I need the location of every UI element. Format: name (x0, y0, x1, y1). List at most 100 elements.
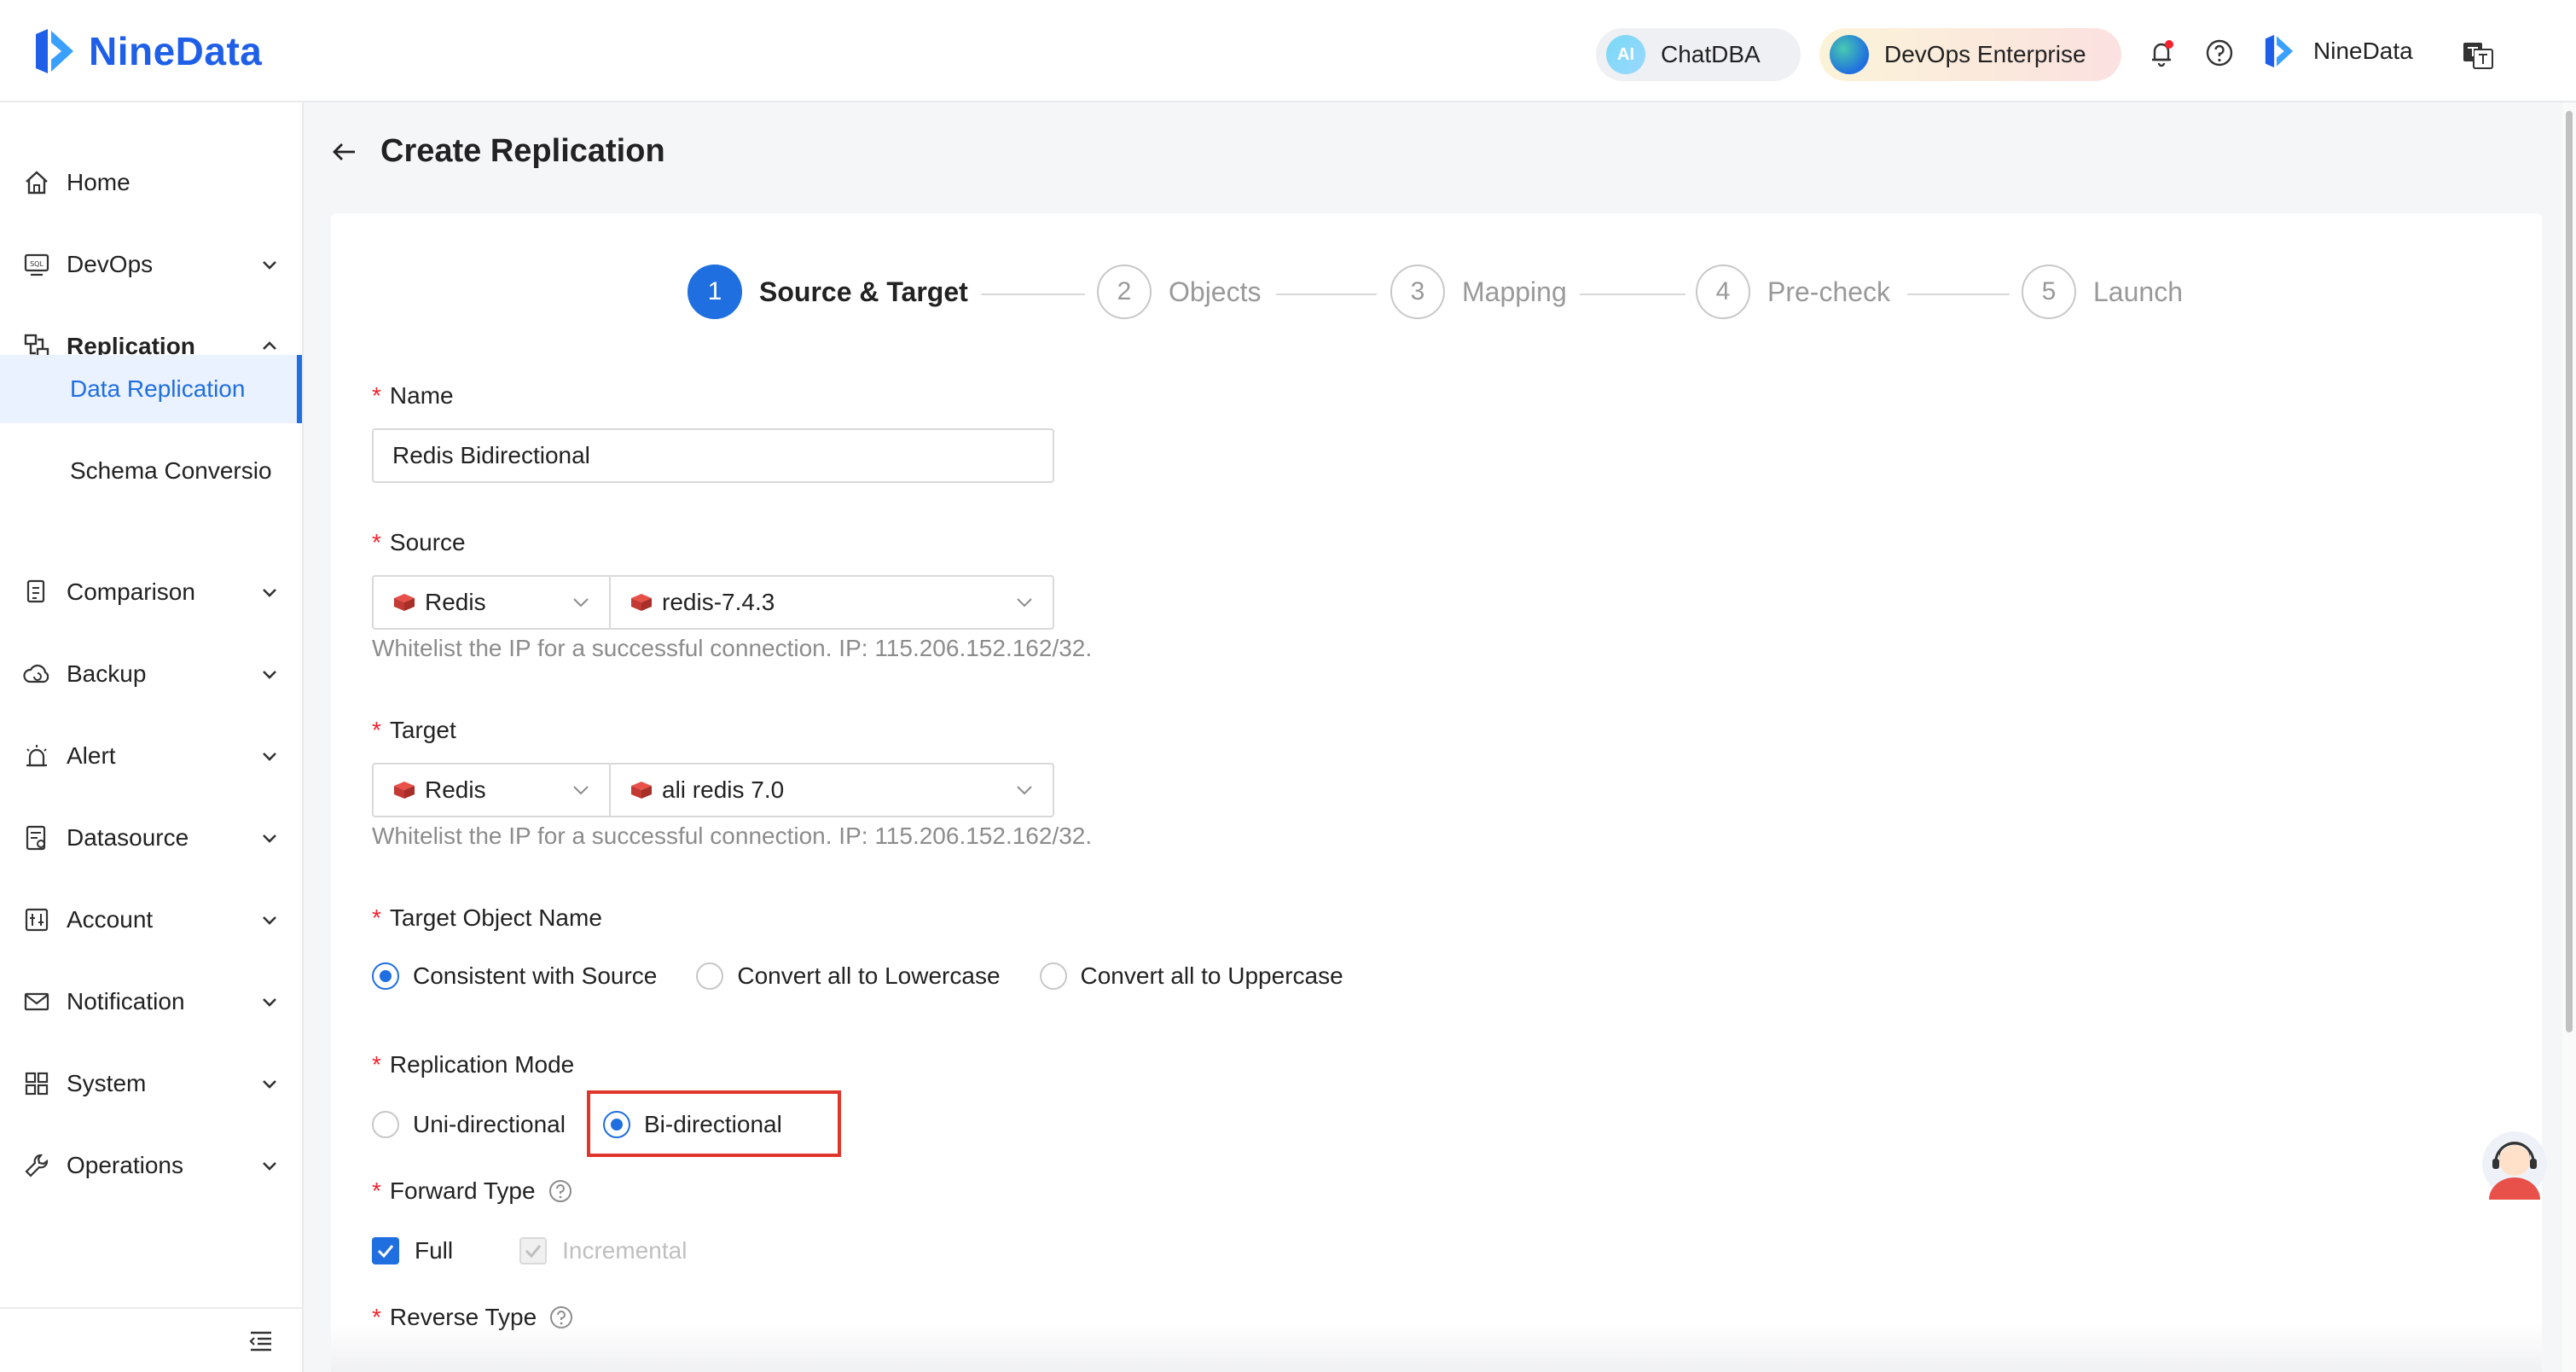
replication-mode-label: * Replication Mode (372, 1051, 574, 1078)
name-input[interactable]: Redis Bidirectional (372, 428, 1054, 483)
chevron-down-icon (1017, 598, 1032, 608)
required-mark: * (372, 529, 381, 555)
step-number: 1 (688, 265, 742, 319)
field-label-text: Forward Type (389, 1177, 536, 1204)
sidebar-item-alert[interactable]: Alert (0, 715, 302, 797)
home-icon (26, 171, 48, 195)
target-instance-select[interactable]: ali redis 7.0 (609, 763, 1054, 817)
target-whitelist-hint: Whitelist the IP for a successful connec… (372, 823, 1093, 849)
sidebar-item-datasource[interactable]: Datasource (0, 797, 302, 879)
sidebar-item-comparison[interactable]: Comparison (0, 551, 302, 633)
ai-icon: AI (1606, 35, 1645, 74)
step-launch[interactable]: 5 Launch (2022, 265, 2183, 319)
sidebar-item-operations[interactable]: Operations (0, 1125, 302, 1206)
help-icon[interactable] (2204, 38, 2235, 68)
chevron-down-icon (573, 786, 589, 795)
checkbox-label: Incremental (562, 1237, 688, 1264)
target-type-value: Redis (425, 776, 486, 803)
wrench-icon (25, 1154, 49, 1177)
page-title: Create Replication (380, 133, 665, 169)
sidebar-item-account[interactable]: Account (0, 879, 302, 961)
name-label: * Name (372, 382, 454, 410)
step-source-target[interactable]: 1 Source & Target (688, 265, 968, 319)
sidebar-divider (0, 1307, 302, 1309)
sidebar-item-notification[interactable]: Notification (0, 961, 302, 1043)
forward-type-label: * Forward Type (372, 1177, 573, 1205)
app-name: NineData (89, 29, 263, 73)
step-objects[interactable]: 2 Objects (1097, 265, 1261, 319)
target-object-name-label: * Target Object Name (372, 904, 602, 932)
field-label-text: Replication Mode (389, 1051, 575, 1078)
page-scrollbar-thumb[interactable] (2566, 111, 2573, 1032)
radio-convert-lowercase[interactable]: Convert all to Lowercase (696, 962, 1001, 990)
radio-consistent-with-source[interactable]: Consistent with Source (372, 962, 657, 990)
step-connector (1580, 294, 1685, 295)
source-instance-value: redis-7.4.3 (662, 589, 775, 615)
arrow-left-icon[interactable] (329, 137, 360, 167)
ninedata-logo-icon (36, 29, 73, 73)
required-mark: * (372, 717, 381, 743)
chatdba-label: ChatDBA (1661, 41, 1761, 67)
sidebar-item-system[interactable]: System (0, 1043, 302, 1125)
step-label: Source & Target (759, 276, 968, 307)
step-mapping[interactable]: 3 Mapping (1390, 265, 1567, 319)
redis-icon (631, 782, 652, 799)
step-label: Launch (2093, 276, 2183, 307)
checkbox-full[interactable]: Full (372, 1237, 453, 1264)
devops-enterprise-button[interactable]: DevOps Enterprise (1819, 28, 2121, 81)
chevron-down-icon (263, 834, 276, 843)
page-header: Create Replication (329, 133, 665, 170)
step-number: 4 (1696, 265, 1750, 319)
source-whitelist-hint: Whitelist the IP for a successful connec… (372, 635, 1093, 661)
sidebar-item-backup[interactable]: Backup (0, 633, 302, 715)
step-pre-check[interactable]: 4 Pre-check (1696, 265, 1890, 319)
target-instance-value: ali redis 7.0 (662, 776, 785, 803)
sidebar-item-label: Datasource (67, 824, 189, 851)
source-type-select[interactable]: Redis (372, 575, 611, 630)
help-icon[interactable] (548, 1178, 573, 1204)
sidebar-item-label: Operations (67, 1152, 183, 1178)
radio-convert-uppercase[interactable]: Convert all to Uppercase (1039, 962, 1343, 990)
step-number: 5 (2022, 265, 2076, 319)
collapse-sidebar-icon[interactable] (246, 1326, 276, 1357)
sidebar-item-home[interactable]: Home (0, 142, 302, 224)
organization-switcher[interactable]: NineData (2260, 32, 2413, 70)
bell-icon[interactable] (2146, 38, 2177, 68)
checkbox-checked-icon (372, 1237, 399, 1264)
source-instance-select[interactable]: redis-7.4.3 (609, 575, 1054, 630)
step-indicator: 1 Source & Target 2 Objects 3 Mapping 4 … (0, 265, 2576, 324)
redis-icon (394, 594, 415, 611)
chevron-down-icon (263, 753, 276, 761)
scroll-fade-overlay (331, 1323, 2542, 1372)
step-number: 2 (1097, 265, 1152, 319)
app-logo[interactable]: NineData (29, 26, 262, 77)
radio-uni-directional[interactable]: Uni-directional (372, 1111, 566, 1138)
radio-circle (372, 1111, 399, 1138)
sidebar-item-label: Home (67, 169, 131, 195)
support-assistant-icon[interactable] (2480, 1125, 2549, 1201)
sidebar-subitem-data-replication[interactable]: Data Replication (0, 355, 302, 423)
devops-enterprise-label: DevOps Enterprise (1884, 41, 2086, 67)
chevron-down-icon (263, 998, 276, 1007)
radio-circle (696, 962, 724, 990)
checkbox-incremental[interactable]: Incremental (519, 1237, 687, 1264)
account-icon (25, 908, 49, 932)
radio-circle (1039, 962, 1067, 990)
language-icon[interactable] (2462, 41, 2494, 70)
sidebar-subitem-schema-conversion[interactable]: Schema Conversio (0, 437, 302, 505)
field-label-text: Source (389, 529, 466, 555)
target-type-select[interactable]: Redis (372, 763, 611, 817)
step-label: Pre-check (1767, 276, 1891, 307)
alarm-icon (26, 745, 47, 767)
cloud-backup-icon (23, 664, 49, 683)
sidebar-subitem-label: Schema Conversio (70, 457, 272, 484)
redis-icon (394, 782, 415, 799)
globe-icon (1830, 35, 1869, 74)
forward-type-checkbox-group: Full Incremental (372, 1237, 687, 1264)
step-connector (1907, 294, 2010, 295)
annotation-highlight-box (587, 1090, 841, 1157)
grid-icon (25, 1072, 49, 1096)
chatdba-button[interactable]: AI ChatDBA (1596, 28, 1801, 81)
checkbox-disabled-checked-icon (519, 1237, 548, 1264)
chevron-down-icon (573, 598, 589, 608)
